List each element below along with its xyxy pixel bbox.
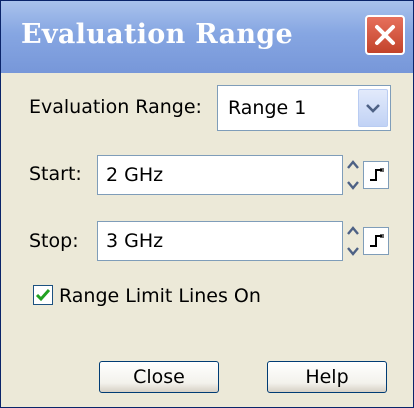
start-step-button[interactable] — [363, 161, 389, 189]
stop-value: 3 GHz — [106, 230, 164, 252]
evaluation-range-label: Evaluation Range: — [29, 96, 202, 118]
close-window-button[interactable] — [365, 15, 405, 55]
check-icon — [35, 289, 51, 302]
dropdown-arrow-button[interactable] — [358, 89, 388, 127]
arrow-down-icon — [347, 181, 359, 190]
title-bar[interactable]: Evaluation Range — [1, 1, 413, 73]
stop-input[interactable]: 3 GHz — [97, 221, 343, 261]
start-value: 2 GHz — [106, 164, 164, 186]
stop-label: Stop: — [29, 230, 79, 252]
evaluation-range-dialog: Evaluation Range Evaluation Range: Range… — [0, 0, 414, 408]
step-icon — [370, 168, 384, 181]
arrow-up-icon — [347, 160, 359, 169]
start-spinner[interactable] — [345, 155, 361, 195]
start-label: Start: — [29, 163, 82, 185]
stop-step-button[interactable] — [363, 227, 389, 255]
start-input[interactable]: 2 GHz — [97, 155, 343, 195]
start-spin-down[interactable] — [345, 176, 361, 195]
chevron-down-icon — [366, 104, 380, 113]
stop-spin-up[interactable] — [345, 221, 361, 240]
evaluation-range-value: Range 1 — [228, 97, 307, 119]
help-button[interactable]: Help — [267, 361, 387, 393]
evaluation-range-select[interactable]: Range 1 — [217, 85, 391, 131]
step-icon — [370, 234, 384, 247]
close-icon — [375, 25, 395, 45]
range-limit-lines-label[interactable]: Range Limit Lines On — [59, 285, 261, 307]
stop-spinner[interactable] — [345, 221, 361, 261]
stop-spin-down[interactable] — [345, 242, 361, 261]
range-limit-lines-checkbox[interactable] — [33, 285, 53, 305]
dialog-title: Evaluation Range — [21, 19, 293, 50]
close-button[interactable]: Close — [99, 361, 219, 393]
arrow-up-icon — [347, 226, 359, 235]
arrow-down-icon — [347, 247, 359, 256]
start-spin-up[interactable] — [345, 155, 361, 174]
